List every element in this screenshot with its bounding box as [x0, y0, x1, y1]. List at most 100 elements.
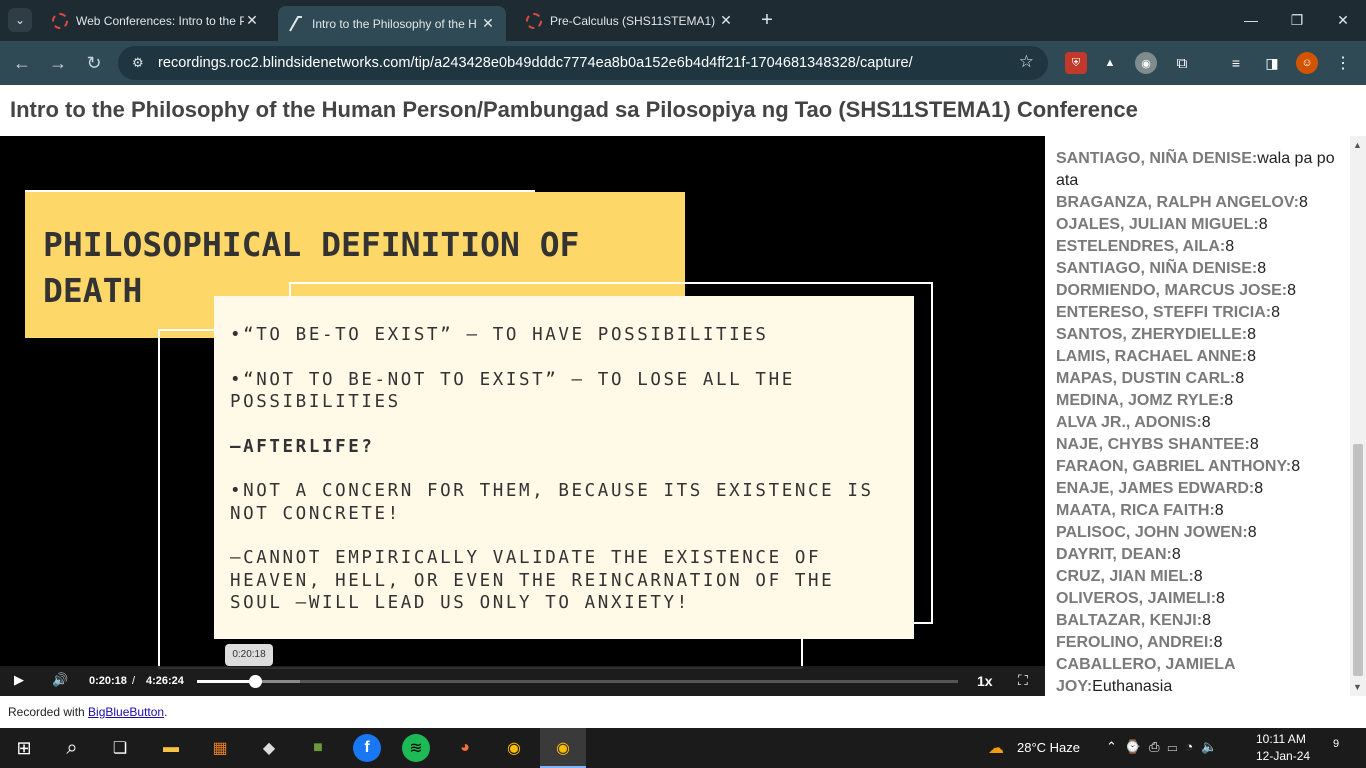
- chrome-profile-icon[interactable]: ◉: [549, 734, 577, 762]
- close-window-button[interactable]: ✕: [1320, 8, 1366, 32]
- chat-sender-name: PALISOC, JOHN JOWEN:: [1056, 524, 1248, 541]
- slide-bullet: –CANNOT EMPIRICALLY VALIDATE THE EXISTEN…: [230, 548, 835, 613]
- bigbluebutton-link[interactable]: BigBlueButton: [88, 705, 164, 719]
- close-tab-icon[interactable]: ✕: [244, 12, 260, 29]
- chat-sender-name: MAATA, RICA FAITH:: [1056, 502, 1215, 519]
- fullscreen-icon[interactable]: ⛶: [1018, 672, 1028, 689]
- chat-message: FARAON, GABRIEL ANTHONY:8: [1056, 456, 1341, 478]
- menu-kebab-icon[interactable]: ⋮: [1332, 52, 1354, 74]
- chat-message-text: 8: [1235, 370, 1245, 387]
- ublock-icon[interactable]: ⛨: [1065, 52, 1087, 74]
- chat-scrollbar[interactable]: ▲ ▼: [1350, 136, 1366, 696]
- microsoft-store-icon[interactable]: ▦: [206, 734, 234, 762]
- clock-date[interactable]: 12-Jan-24: [1256, 749, 1310, 763]
- chat-message-text: 8: [1247, 326, 1257, 343]
- chat-message: CABALLERO, JAMIELA JOY:Euthanasia: [1056, 654, 1341, 696]
- seek-handle[interactable]: [248, 675, 262, 688]
- system-tray-icons[interactable]: ⌃⌚⎙▭◔🔈: [1106, 739, 1225, 755]
- playback-speed-button[interactable]: 1x: [977, 673, 993, 689]
- extension-mask-icon[interactable]: ◉: [1135, 52, 1157, 74]
- chat-message-text: 8: [1247, 524, 1257, 541]
- forward-arrow-icon[interactable]: →: [46, 51, 70, 75]
- chat-message-text: 8: [1249, 436, 1259, 453]
- chat-list: SANTIAGO, NIÑA DENISE:wala pa po ata BRAG…: [1056, 148, 1341, 696]
- address-bar[interactable]: ⚙ recordings.roc2.blindsidenetworks.com/…: [118, 46, 1048, 80]
- chat-message-text: 8: [1291, 458, 1301, 475]
- chat-message: CRUZ, JIAN MIEL:8: [1056, 566, 1341, 588]
- chat-message: SANTIAGO, NIÑA DENISE:8: [1056, 258, 1341, 280]
- tab-web-conferences[interactable]: Web Conferences: Intro to the P ✕: [42, 6, 270, 35]
- close-tab-icon[interactable]: ✕: [480, 15, 496, 32]
- chat-sender-name: SANTOS, ZHERYDIELLE:: [1056, 326, 1248, 343]
- bookmark-star-icon[interactable]: ☆: [1019, 52, 1034, 72]
- spotify-icon[interactable]: ≋: [402, 734, 430, 762]
- chat-sender-name: ESTELENDRES, AILA:: [1056, 238, 1226, 255]
- chat-message-text: 8: [1225, 238, 1235, 255]
- windows-start-icon[interactable]: ⊞: [10, 734, 38, 762]
- new-tab-button[interactable]: +: [756, 9, 778, 31]
- tab-search-button[interactable]: ⌄: [8, 8, 32, 32]
- chat-message: ENTERESO, STEFFI TRICIA:8: [1056, 302, 1341, 324]
- chat-message-text: 8: [1254, 480, 1264, 497]
- chat-sender-name: CRUZ, JIAN MIEL:: [1056, 568, 1194, 585]
- chat-message-text: 8: [1202, 612, 1211, 629]
- restore-button[interactable]: ❐: [1274, 8, 1320, 32]
- total-time: 4:26:24: [146, 675, 184, 687]
- roblox-icon[interactable]: ◆: [255, 734, 283, 762]
- seek-bar[interactable]: [197, 675, 958, 688]
- clock-time[interactable]: 10:11 AM: [1256, 732, 1306, 746]
- site-settings-icon[interactable]: ⚙: [132, 55, 154, 71]
- chat-message-text: 8: [1247, 348, 1257, 365]
- chat-sender-name: ENTERESO, STEFFI TRICIA:: [1056, 304, 1272, 321]
- volume-icon[interactable]: 🔊: [52, 672, 68, 688]
- reload-icon[interactable]: ↻: [82, 51, 106, 75]
- chat-sender-name: LAMIS, RACHAEL ANNE:: [1056, 348, 1248, 365]
- loading-icon: [52, 12, 68, 29]
- weather-text[interactable]: 28°C Haze: [1017, 740, 1080, 755]
- chat-message: ESTELENDRES, AILA:8: [1056, 236, 1341, 258]
- minecraft-icon[interactable]: ■: [304, 734, 332, 762]
- chat-message-text: 8: [1216, 590, 1225, 607]
- play-icon[interactable]: ▶: [14, 672, 24, 688]
- chat-sender-name: DORMIENDO, MARCUS JOSE:: [1056, 282, 1288, 299]
- profile-avatar[interactable]: ☺: [1296, 52, 1318, 74]
- bbb-favicon-icon: [288, 15, 304, 32]
- minimize-button[interactable]: —: [1228, 8, 1274, 32]
- tab-philosophy-recording[interactable]: Intro to the Philosophy of the H ✕: [278, 6, 506, 41]
- side-panel-icon[interactable]: ◨: [1261, 52, 1283, 74]
- weather-haze-icon[interactable]: ☁: [982, 734, 1010, 762]
- media-controls-icon[interactable]: ≡: [1225, 52, 1247, 74]
- chat-message: MEDINA, JOMZ RYLE:8: [1056, 390, 1341, 412]
- file-explorer-icon[interactable]: ▬: [157, 734, 185, 762]
- chat-message-text: 8: [1258, 216, 1268, 233]
- windows-taskbar: ⊞ ⌕ ❏ ▬ ▦ ◆ ■ f ≋ ◕ ◉ ◉ ☁ 28°C Haze ⌃⌚⎙▭…: [0, 728, 1366, 768]
- firefox-icon[interactable]: ◕: [451, 734, 479, 762]
- chat-sender-name: SANTIAGO, NIÑA DENISE:: [1056, 260, 1258, 277]
- tab-title: Pre-Calculus (SHS11STEMA1): [550, 13, 716, 28]
- scroll-up-icon[interactable]: ▲: [1353, 140, 1362, 150]
- back-arrow-icon[interactable]: ←: [10, 51, 34, 75]
- footer-period: .: [164, 705, 168, 719]
- notifications-badge[interactable]: 9: [1326, 738, 1346, 758]
- close-tab-icon[interactable]: ✕: [718, 12, 734, 29]
- search-icon[interactable]: ⌕: [58, 734, 86, 762]
- chrome-icon[interactable]: ◉: [500, 734, 528, 762]
- extension-hat-icon[interactable]: ▲: [1099, 52, 1121, 74]
- tab-pre-calculus[interactable]: Pre-Calculus (SHS11STEMA1) ✕: [516, 6, 744, 35]
- video-player[interactable]: PHILOSOPHICAL DEFINITION OF DEATH •“TO B…: [0, 136, 1045, 696]
- slide-bullet: •“NOT TO BE-NOT TO EXIST” – TO LOSE ALL …: [230, 369, 795, 413]
- scroll-down-icon[interactable]: ▼: [1353, 682, 1362, 692]
- scrollbar-thumb[interactable]: [1353, 444, 1363, 676]
- task-view-icon[interactable]: ❏: [106, 734, 134, 762]
- slide-bullet: –AFTERLIFE?: [230, 436, 375, 457]
- extensions-puzzle-icon[interactable]: ⧉: [1171, 52, 1193, 74]
- chat-message: BALTAZAR, KENJI:8: [1056, 610, 1341, 632]
- chat-message: OJALES, JULIAN MIGUEL:8: [1056, 214, 1341, 236]
- chat-message-text: 8: [1224, 392, 1234, 409]
- chat-message-text: 8: [1271, 304, 1281, 321]
- chat-message: SANTIAGO, NIÑA DENISE:wala pa po ata: [1056, 148, 1341, 192]
- browser-toolbar: ← → ↻ ⚙ recordings.roc2.blindsidenetwork…: [0, 41, 1366, 85]
- seek-tooltip: 0:20:18: [225, 644, 273, 666]
- facebook-icon[interactable]: f: [353, 734, 381, 762]
- chat-sender-name: BALTAZAR, KENJI:: [1056, 612, 1203, 629]
